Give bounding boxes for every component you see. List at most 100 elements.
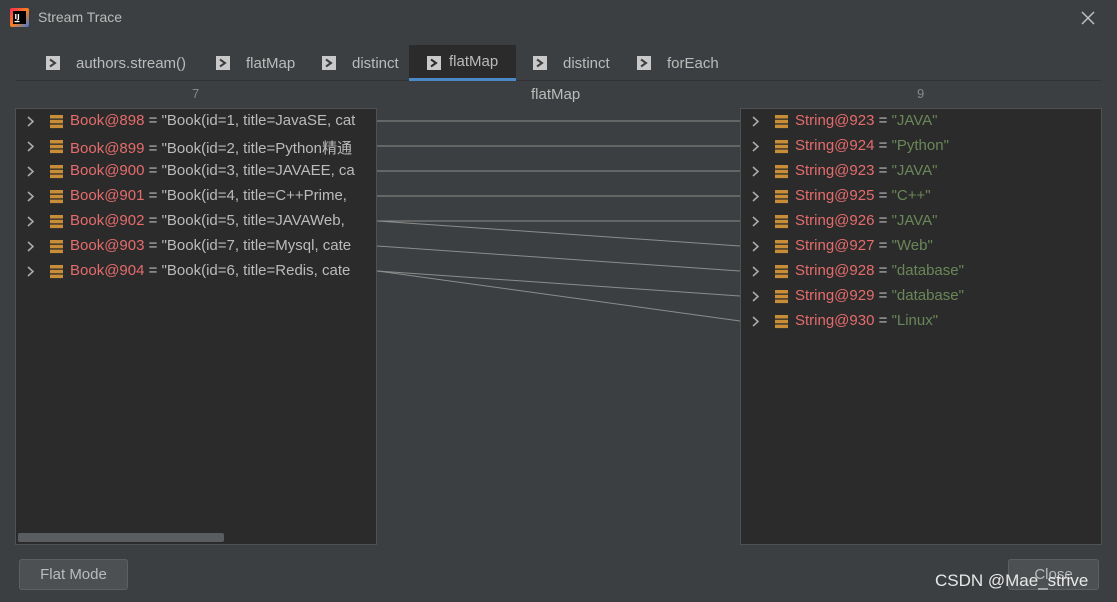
object-value: "Book(id=5, title=JAVAWeb,	[161, 212, 345, 229]
object-name: String@925	[795, 187, 875, 204]
middle-operation-label: flatMap	[531, 86, 581, 103]
row-text: Book@899 = "Book(id=2, title=Python精通	[70, 137, 352, 158]
object-value: "Book(id=4, title=C++Prime,	[161, 187, 347, 204]
console-icon	[533, 56, 547, 70]
chevron-right-icon[interactable]	[25, 240, 37, 253]
object-name: String@930	[795, 312, 875, 329]
row-text: Book@900 = "Book(id=3, title=JAVAEE, ca	[70, 162, 355, 179]
object-name: Book@902	[70, 212, 145, 229]
tab-label: authors.stream()	[76, 54, 187, 72]
chevron-right-icon[interactable]	[750, 240, 762, 253]
tab-label: forEach	[667, 54, 719, 72]
console-icon	[322, 56, 336, 70]
right-count: 9	[917, 86, 925, 101]
close-icon[interactable]	[1079, 9, 1097, 27]
object-name: Book@900	[70, 162, 145, 179]
chevron-right-icon[interactable]	[25, 165, 37, 178]
object-name: Book@899	[70, 140, 145, 157]
chevron-right-icon[interactable]	[750, 165, 762, 178]
tab-label: distinct	[563, 54, 610, 72]
object-field-icon	[775, 165, 788, 179]
chevron-right-icon[interactable]	[750, 140, 762, 153]
row-text: String@923 = "JAVA"	[795, 112, 938, 129]
object-value: "C++"	[891, 187, 931, 204]
chevron-right-icon[interactable]	[750, 215, 762, 228]
tree-row[interactable]: String@930 = "Linux"	[741, 309, 1101, 334]
equals-sign: =	[144, 237, 162, 254]
tab-distinct-2[interactable]: distinct	[533, 45, 610, 81]
object-name: String@924	[795, 137, 875, 154]
object-field-icon	[775, 140, 788, 154]
console-icon	[637, 56, 651, 70]
tree-row[interactable]: Book@903 = "Book(id=7, title=Mysql, cate	[16, 234, 376, 259]
tree-row[interactable]: Book@898 = "Book(id=1, title=JavaSE, cat	[16, 109, 376, 134]
right-values-panel[interactable]: String@923 = "JAVA" String@924 = "Python"…	[740, 108, 1102, 545]
object-name: Book@903	[70, 237, 145, 254]
title-bar: IJ Stream Trace	[0, 0, 1117, 36]
row-text: Book@901 = "Book(id=4, title=C++Prime,	[70, 187, 347, 204]
object-name: String@929	[795, 287, 875, 304]
object-name: String@923	[795, 162, 875, 179]
object-value: "JAVA"	[891, 212, 938, 229]
tab-distinct-1[interactable]: distinct	[322, 45, 399, 81]
tree-row[interactable]: String@927 = "Web"	[741, 234, 1101, 259]
tree-row[interactable]: Book@899 = "Book(id=2, title=Python精通	[16, 134, 376, 159]
chevron-right-icon[interactable]	[750, 290, 762, 303]
object-value: "Book(id=1, title=JavaSE, cat	[161, 112, 356, 129]
mapping-line	[376, 270, 741, 297]
chevron-right-icon[interactable]	[750, 115, 762, 128]
equals-sign: =	[874, 262, 892, 279]
tree-row[interactable]: String@925 = "C++"	[741, 184, 1101, 209]
equals-sign: =	[874, 137, 892, 154]
equals-sign: =	[144, 140, 162, 157]
object-value: "Book(id=7, title=Mysql, cate	[161, 237, 352, 254]
tree-row[interactable]: Book@900 = "Book(id=3, title=JAVAEE, ca	[16, 159, 376, 184]
tree-row[interactable]: String@929 = "database"	[741, 284, 1101, 309]
tree-row[interactable]: String@923 = "JAVA"	[741, 109, 1101, 134]
chevron-right-icon[interactable]	[25, 140, 37, 153]
chevron-right-icon[interactable]	[750, 265, 762, 278]
object-field-icon	[775, 215, 788, 229]
chevron-right-icon[interactable]	[25, 115, 37, 128]
window-title: Stream Trace	[38, 9, 123, 25]
object-field-icon	[50, 190, 63, 204]
row-text: String@923 = "JAVA"	[795, 162, 938, 179]
object-value: "Linux"	[891, 312, 939, 329]
equals-sign: =	[874, 312, 892, 329]
tab-flatmap-1[interactable]: flatMap	[216, 45, 295, 81]
tree-row[interactable]: Book@904 = "Book(id=6, title=Redis, cate	[16, 259, 376, 284]
tree-row[interactable]: String@923 = "JAVA"	[741, 159, 1101, 184]
left-count: 7	[192, 86, 200, 101]
equals-sign: =	[144, 112, 162, 129]
object-field-icon	[50, 240, 63, 254]
tree-row[interactable]: String@924 = "Python"	[741, 134, 1101, 159]
object-value: "Web"	[891, 237, 933, 254]
object-name: Book@901	[70, 187, 145, 204]
row-text: Book@898 = "Book(id=1, title=JavaSE, cat	[70, 112, 355, 129]
tree-row[interactable]: String@928 = "database"	[741, 259, 1101, 284]
horizontal-scrollbar[interactable]	[18, 533, 224, 542]
equals-sign: =	[874, 187, 892, 204]
chevron-right-icon[interactable]	[25, 190, 37, 203]
object-value: "database"	[891, 287, 964, 304]
object-field-icon	[775, 290, 788, 304]
object-name: String@926	[795, 212, 875, 229]
object-value: "JAVA"	[891, 112, 938, 129]
object-value: "Book(id=2, title=Python精通	[161, 140, 352, 157]
tab-authors-stream[interactable]: authors.stream()	[46, 45, 186, 81]
tree-row[interactable]: Book@902 = "Book(id=5, title=JAVAWeb,	[16, 209, 376, 234]
left-values-panel[interactable]: Book@898 = "Book(id=1, title=JavaSE, cat…	[15, 108, 377, 545]
tree-row[interactable]: Book@901 = "Book(id=4, title=C++Prime,	[16, 184, 376, 209]
tree-row[interactable]: String@926 = "JAVA"	[741, 209, 1101, 234]
tab-label: flatMap	[246, 54, 296, 72]
row-text: String@930 = "Linux"	[795, 312, 938, 329]
tab-foreach[interactable]: forEach	[637, 45, 719, 81]
chevron-right-icon[interactable]	[750, 190, 762, 203]
row-text: String@925 = "C++"	[795, 187, 931, 204]
flat-mode-button[interactable]: Flat Mode	[19, 559, 128, 590]
object-name: Book@904	[70, 262, 145, 279]
chevron-right-icon[interactable]	[25, 265, 37, 278]
tab-flatmap-2[interactable]: flatMap	[409, 45, 516, 81]
chevron-right-icon[interactable]	[25, 215, 37, 228]
chevron-right-icon[interactable]	[750, 315, 762, 328]
